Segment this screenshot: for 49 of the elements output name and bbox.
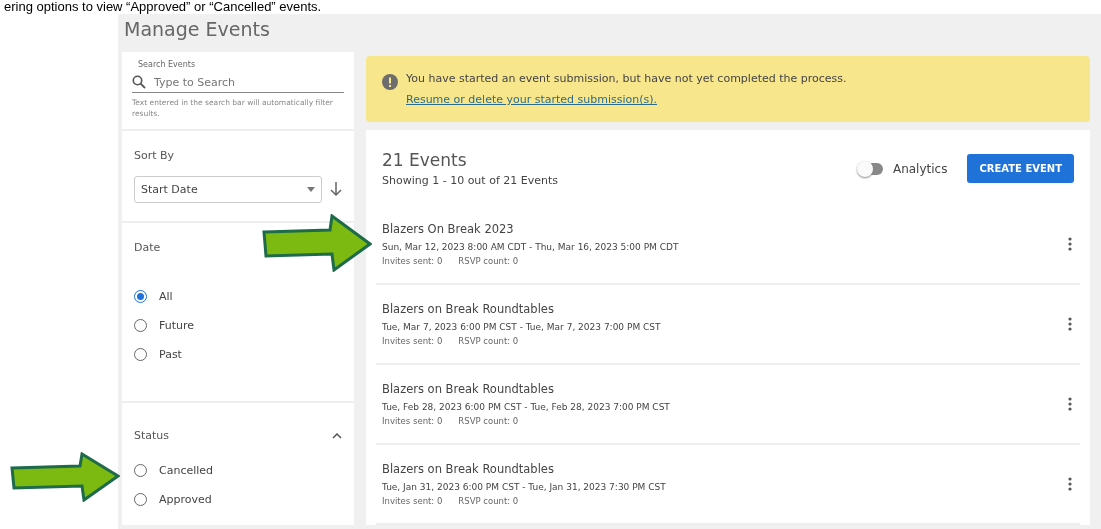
event-title[interactable]: Blazers on Break Roundtables <box>382 382 670 396</box>
status-label: Status <box>134 429 170 442</box>
caption-text: ering options to view “Approved” or “Cancelled” events. <box>3 0 323 14</box>
date-radio-option[interactable]: Future <box>134 319 195 332</box>
create-event-button[interactable]: CREATE EVENT <box>967 154 1074 183</box>
invites-sent: Invites sent: 0 <box>382 336 443 346</box>
invites-sent: Invites sent: 0 <box>382 256 443 266</box>
event-dates: Tue, Jan 31, 2023 6:00 PM CST - Tue, Jan 31, 2023 7:30 PM CST <box>382 482 666 492</box>
resume-link[interactable]: Resume or delete your started submission(s). <box>406 93 658 106</box>
radio-label: All <box>159 290 173 303</box>
invites-sent: Invites sent: 0 <box>382 496 443 506</box>
radio-label: Future <box>159 319 195 332</box>
rsvp-count: RSVP count: 0 <box>458 496 519 506</box>
date-radio-option[interactable]: All <box>134 290 173 303</box>
status-radio-option[interactable]: Approved <box>134 493 212 506</box>
exclamation-icon <box>382 74 398 90</box>
radio-label: Cancelled <box>159 464 214 477</box>
analytics-toggle[interactable] <box>858 162 883 175</box>
rsvp-count: RSVP count: 0 <box>458 336 519 346</box>
radio-label: Past <box>159 348 182 361</box>
radio-label: Approved <box>159 493 212 506</box>
more-options-icon[interactable] <box>1068 477 1072 491</box>
analytics-label: Analytics <box>892 161 948 176</box>
event-dates: Tue, Feb 28, 2023 6:00 PM CST - Tue, Feb 28, 2023 7:00 PM CST <box>382 402 670 412</box>
event-dates: Sun, Mar 12, 2023 8:00 AM CDT - Thu, Mar 16, 2023 5:00 PM CDT <box>382 242 679 252</box>
sort-label: Sort By <box>134 149 176 162</box>
search-label: Search Events <box>137 60 197 69</box>
date-label: Date <box>134 241 162 254</box>
sort-dropdown[interactable]: Start Date <box>134 176 322 203</box>
more-options-icon[interactable] <box>1068 237 1072 251</box>
date-radio-option[interactable]: Past <box>134 348 182 361</box>
status-radio-option[interactable]: Cancelled <box>134 464 214 477</box>
event-dates: Tue, Mar 7, 2023 6:00 PM CST - Tue, Mar 7, 2023 7:00 PM CST <box>382 322 661 332</box>
events-count: 21 Events <box>382 150 468 170</box>
rsvp-count: RSVP count: 0 <box>458 416 519 426</box>
down-arrow-icon[interactable] <box>330 182 342 197</box>
more-options-icon[interactable] <box>1068 317 1072 331</box>
chevron-icon[interactable] <box>332 432 342 439</box>
event-title[interactable]: Blazers on Break Roundtables <box>382 302 661 316</box>
rsvp-count: RSVP count: 0 <box>458 256 519 266</box>
showing-text: Showing 1 - 10 out of 21 Events <box>382 174 558 187</box>
event-title[interactable]: Blazers on Break Roundtables <box>382 462 666 476</box>
dropdown-caret-icon <box>307 187 315 192</box>
event-title[interactable]: Blazers On Break 2023 <box>382 222 679 236</box>
more-options-icon[interactable] <box>1068 397 1072 411</box>
alert-text: You have started an event submission, but have not yet completed the process. Resume or delete your started submission(s). <box>406 71 848 108</box>
invites-sent: Invites sent: 0 <box>382 416 443 426</box>
page-title: Manage Events <box>123 17 271 42</box>
search-icon <box>132 75 146 89</box>
